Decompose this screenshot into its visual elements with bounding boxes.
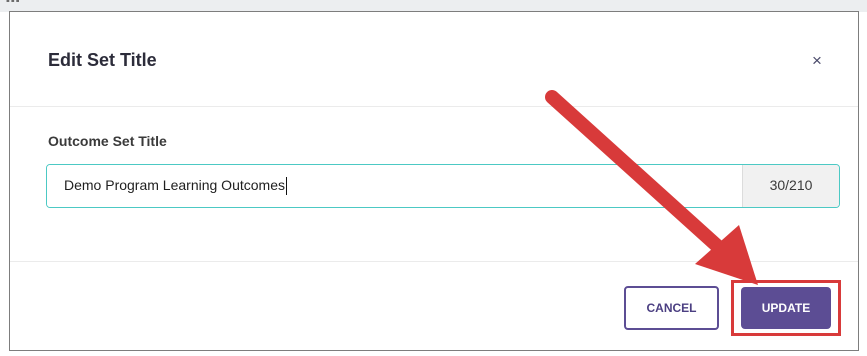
screenshot-frame: ▪▪▪ Edit Set Title × Outcome Set Title D… bbox=[0, 0, 867, 356]
cancel-button[interactable]: CANCEL bbox=[624, 286, 719, 330]
update-button[interactable]: UPDATE bbox=[741, 287, 831, 329]
background-page-text: ▪▪▪ bbox=[6, 0, 21, 7]
outcome-set-title-label: Outcome Set Title bbox=[48, 133, 167, 149]
close-icon[interactable]: × bbox=[806, 50, 828, 72]
footer-divider bbox=[10, 261, 858, 262]
edit-set-title-dialog: Edit Set Title × Outcome Set Title Demo … bbox=[9, 11, 859, 351]
dialog-header: Edit Set Title × bbox=[10, 12, 858, 107]
outcome-set-title-input[interactable]: Demo Program Learning Outcomes bbox=[47, 165, 742, 207]
text-caret bbox=[286, 177, 287, 196]
character-count: 30/210 bbox=[742, 165, 839, 207]
outcome-set-title-input-group: Demo Program Learning Outcomes 30/210 bbox=[46, 164, 840, 208]
dialog-title: Edit Set Title bbox=[48, 50, 157, 70]
input-value: Demo Program Learning Outcomes bbox=[64, 177, 285, 193]
